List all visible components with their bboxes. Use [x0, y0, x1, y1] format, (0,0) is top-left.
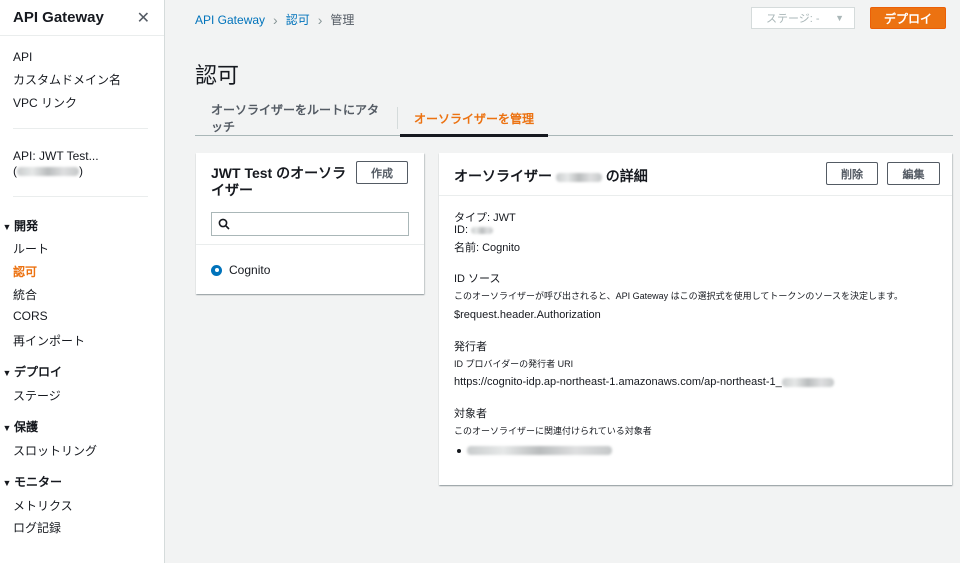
- sidebar-item-cors[interactable]: CORS: [13, 309, 48, 323]
- sidebar-divider: [13, 128, 148, 129]
- search-icon: [218, 218, 230, 230]
- close-icon[interactable]: ✕: [137, 8, 150, 28]
- authorizer-item-label: Cognito: [229, 263, 271, 277]
- search-input[interactable]: [230, 217, 408, 231]
- page-title: 認可: [195, 63, 240, 88]
- sidebar-item-api[interactable]: API: [13, 50, 32, 64]
- sidebar-item-reimport[interactable]: 再インポート: [13, 332, 85, 349]
- authorizer-name: 名前: Cognito: [454, 242, 521, 254]
- sidebar-section-protect[interactable]: ▼ 保護: [0, 418, 38, 435]
- id-source-label: ID ソース: [454, 273, 501, 285]
- tab-manage-authorizers[interactable]: オーソライザーを管理: [398, 100, 550, 137]
- authorizer-details-title: オーソライザー の詳細: [454, 168, 648, 184]
- sidebar-item-logging[interactable]: ログ記録: [13, 519, 61, 536]
- issuer-description: ID プロバイダーの発行者 URI: [454, 359, 574, 369]
- sidebar-divider: [13, 196, 148, 197]
- sidebar-item-stages[interactable]: ステージ: [13, 387, 61, 404]
- authorizer-list-item[interactable]: Cognito: [211, 263, 270, 277]
- sidebar-api-name[interactable]: API: JWT Test...: [13, 149, 99, 163]
- stage-select-value: ステージ: -: [766, 13, 820, 25]
- authorizer-details-header: オーソライザー の詳細 削除 編集: [439, 153, 952, 196]
- tab-attach-authorizer[interactable]: オーソライザーをルートにアタッチ: [195, 100, 397, 136]
- caret-down-icon: ▼: [2, 478, 12, 488]
- bullet-icon: [457, 448, 461, 453]
- authorizer-list-panel: JWT Test のオーソライザー 作成 Cognito: [196, 153, 424, 294]
- breadcrumb-authorization[interactable]: 認可: [286, 11, 310, 28]
- edit-button[interactable]: 編集: [887, 162, 940, 185]
- sidebar-item-vpc-link[interactable]: VPC リンク: [13, 94, 77, 111]
- authorizer-id: ID:: [454, 224, 494, 236]
- id-source-description: このオーソライザーが呼び出されると、API Gateway はこの選択式を使用し…: [454, 291, 904, 301]
- sidebar-item-metrics[interactable]: メトリクス: [13, 497, 73, 514]
- caret-down-icon: ▼: [2, 423, 12, 433]
- tab-bar: オーソライザーをルートにアタッチ オーソライザーを管理: [195, 100, 953, 137]
- caret-down-icon: ▼: [835, 13, 844, 23]
- sidebar-item-throttling[interactable]: スロットリング: [13, 442, 97, 459]
- redacted-audience: [467, 446, 612, 455]
- sidebar-item-routes[interactable]: ルート: [13, 240, 49, 257]
- sidebar-section-deploy[interactable]: ▼ デプロイ: [0, 363, 62, 380]
- sidebar-section-develop[interactable]: ▼ 開発: [0, 217, 38, 234]
- sidebar-header: API Gateway ✕: [0, 0, 164, 36]
- authorizer-type: タイプ: JWT: [454, 212, 516, 224]
- sidebar-item-authorization[interactable]: 認可: [13, 263, 37, 280]
- sidebar-item-integrations[interactable]: 統合: [13, 286, 37, 303]
- radio-selected-icon[interactable]: [211, 264, 222, 276]
- chevron-right-icon: ›: [317, 11, 323, 28]
- sidebar-api-id: (): [13, 164, 83, 178]
- redacted-authorizer-id: [555, 172, 602, 182]
- breadcrumb: API Gateway › 認可 › 管理: [195, 11, 354, 28]
- audience-description: このオーソライザーに関連付けられている対象者: [454, 426, 652, 436]
- authorizer-details-panel: オーソライザー の詳細 削除 編集 タイプ: JWT ID: 名前: Cogni…: [439, 153, 952, 485]
- caret-down-icon: ▼: [2, 222, 12, 232]
- issuer-value: https://cognito-idp.ap-northeast-1.amazo…: [454, 376, 834, 388]
- sidebar-section-monitor[interactable]: ▼ モニター: [0, 473, 62, 490]
- stage-select[interactable]: ステージ: - ▼: [751, 7, 855, 29]
- redacted-pool-id: [781, 377, 834, 387]
- search-field[interactable]: [211, 212, 409, 236]
- sidebar-title: API Gateway: [13, 9, 104, 26]
- authorizer-list-title: JWT Test のオーソライザー: [211, 165, 347, 198]
- chevron-right-icon: ›: [273, 11, 278, 28]
- breadcrumb-api-gateway[interactable]: API Gateway: [195, 13, 265, 27]
- breadcrumb-current: 管理: [330, 13, 355, 27]
- redacted-api-id: [17, 167, 79, 177]
- api-id-close: ): [79, 164, 83, 178]
- caret-down-icon: ▼: [2, 368, 12, 378]
- sidebar: API Gateway ✕ API カスタムドメイン名 VPC リンク API:…: [0, 0, 165, 563]
- sidebar-item-custom-domain[interactable]: カスタムドメイン名: [13, 71, 121, 88]
- delete-button[interactable]: 削除: [826, 162, 878, 185]
- redacted-id: [471, 226, 494, 234]
- audience-label: 対象者: [454, 408, 487, 420]
- id-source-value: $request.header.Authorization: [454, 309, 601, 321]
- create-button[interactable]: 作成: [356, 161, 408, 184]
- authorizer-list-header: JWT Test のオーソライザー 作成: [196, 153, 424, 245]
- audience-list-item: [457, 446, 612, 455]
- issuer-label: 発行者: [454, 341, 487, 353]
- deploy-button[interactable]: デプロイ: [870, 7, 946, 29]
